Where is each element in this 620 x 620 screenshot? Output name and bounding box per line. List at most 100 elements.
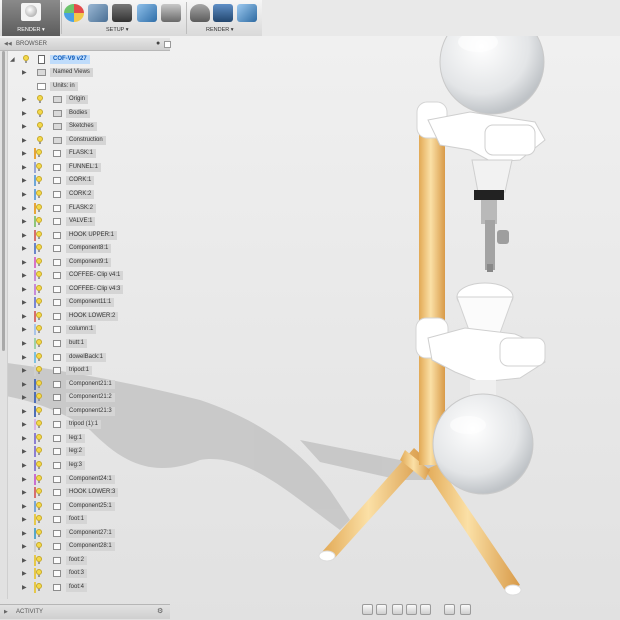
render-icon[interactable] [213, 4, 233, 22]
expand-arrow-icon[interactable]: ▶ [22, 96, 27, 103]
tree-item[interactable]: ▶ HOOK LOWER:2 [0, 310, 170, 323]
browser-pin-icon[interactable] [164, 41, 171, 48]
expand-arrow-icon[interactable]: ▶ [22, 232, 27, 239]
setup-menu-label[interactable]: SETUP ▾ [106, 27, 129, 33]
visibility-bulb-icon[interactable] [36, 379, 42, 388]
tree-item-label[interactable]: Component11:1 [66, 298, 115, 308]
expand-arrow-icon[interactable]: ▶ [22, 570, 27, 577]
visibility-bulb-icon[interactable] [36, 542, 42, 551]
visibility-bulb-icon[interactable] [36, 176, 42, 185]
tree-item-label[interactable]: tripod (1):1 [66, 420, 102, 430]
visibility-bulb-icon[interactable] [36, 555, 42, 564]
tree-item[interactable]: ▶ Origin [0, 93, 170, 106]
tree-item[interactable]: ▶ foot:1 [0, 513, 170, 526]
expand-arrow-icon[interactable]: ▶ [22, 354, 27, 361]
appearance-icon[interactable] [64, 4, 84, 22]
tree-item[interactable]: ▶ Component8:1 [0, 242, 170, 255]
expand-arrow-icon[interactable]: ▶ [22, 137, 27, 144]
tree-item-label[interactable]: Component21:2 [66, 393, 115, 403]
display-settings-icon[interactable] [444, 604, 455, 615]
expand-arrow-icon[interactable]: ▶ [22, 123, 27, 130]
visibility-bulb-icon[interactable] [36, 420, 42, 429]
tree-item-label[interactable]: tripod:1 [66, 366, 93, 376]
expand-arrow-icon[interactable]: ◢ [10, 56, 15, 63]
tree-item[interactable]: ▶ dowelBack:1 [0, 351, 170, 364]
zoom-icon[interactable] [406, 604, 417, 615]
tree-item-label[interactable]: leg:3 [66, 460, 86, 470]
expand-arrow-icon[interactable]: ▶ [22, 286, 27, 293]
tree-item-label[interactable]: leg:2 [66, 447, 86, 457]
tree-item-label[interactable]: foot:1 [66, 515, 88, 525]
tree-item[interactable]: ▶ tripod:1 [0, 364, 170, 377]
tree-item-label[interactable]: Sketches [66, 122, 97, 132]
visibility-bulb-icon[interactable] [36, 284, 42, 293]
activity-bar[interactable]: ▶ ACTIVITY ⚙ [0, 604, 170, 619]
expand-arrow-icon[interactable]: ▶ [22, 462, 27, 469]
tree-item[interactable]: ▶ Bodies [0, 107, 170, 120]
tree-item[interactable]: ▶ foot:2 [0, 554, 170, 567]
expand-arrow-icon[interactable]: ▶ [22, 448, 27, 455]
expand-arrow-icon[interactable]: ▶ [22, 543, 27, 550]
tree-item-label[interactable]: Component28:1 [66, 542, 115, 552]
orbit-icon[interactable] [362, 604, 373, 615]
visibility-bulb-icon[interactable] [36, 433, 42, 442]
visibility-bulb-icon[interactable] [36, 474, 42, 483]
tree-item[interactable]: ▶ leg:1 [0, 432, 170, 445]
tree-item[interactable]: ▶ Construction [0, 134, 170, 147]
render-gallery-icon[interactable] [237, 4, 257, 22]
tree-item-label[interactable]: Component25:1 [66, 501, 115, 511]
tree-item-label[interactable]: Named Views [50, 68, 93, 77]
expand-arrow-icon[interactable]: ▶ [22, 150, 27, 157]
visibility-bulb-icon[interactable] [36, 257, 42, 266]
visibility-bulb-icon[interactable] [36, 460, 42, 469]
tree-item-label[interactable]: leg:1 [66, 433, 86, 443]
tree-item[interactable]: ▶ Component21:2 [0, 391, 170, 404]
scene-settings-icon[interactable] [112, 4, 132, 22]
visibility-bulb-icon[interactable] [37, 95, 43, 104]
tree-item[interactable]: ▶ COFFEE- Clip v4:1 [0, 269, 170, 282]
visibility-bulb-icon[interactable] [36, 311, 42, 320]
visibility-bulb-icon[interactable] [23, 55, 29, 63]
visibility-bulb-icon[interactable] [36, 569, 42, 578]
tree-item-label[interactable]: HOOK LOWER:3 [66, 488, 119, 498]
expand-arrow-icon[interactable]: ▶ [22, 272, 27, 279]
visibility-bulb-icon[interactable] [36, 271, 42, 280]
root-component-label[interactable]: COF-V9 v27 [50, 55, 90, 64]
tree-item-label[interactable]: Component9:1 [66, 257, 112, 267]
collapse-browser-icon[interactable]: ◀◀ [4, 41, 12, 47]
render-menu-label[interactable]: RENDER ▾ [206, 27, 234, 33]
look-at-icon[interactable] [376, 604, 387, 615]
tree-item[interactable]: ▶ COFFEE- Clip v4:3 [0, 283, 170, 296]
expand-arrow-icon[interactable]: ▶ [22, 503, 27, 510]
tree-item[interactable]: ▶ foot:3 [0, 567, 170, 580]
visibility-bulb-icon[interactable] [36, 501, 42, 510]
visibility-bulb-icon[interactable] [37, 108, 43, 117]
tree-item[interactable]: ▶ tripod (1):1 [0, 418, 170, 431]
tree-item[interactable]: ▶ FLASK:2 [0, 202, 170, 215]
expand-arrow-icon[interactable]: ▶ [22, 164, 27, 171]
visibility-bulb-icon[interactable] [36, 447, 42, 456]
expand-arrow-icon[interactable]: ▶ [22, 205, 27, 212]
visibility-bulb-icon[interactable] [37, 122, 43, 131]
expand-arrow-icon[interactable]: ▶ [22, 299, 27, 306]
visibility-bulb-icon[interactable] [36, 339, 42, 347]
visibility-bulb-icon[interactable] [36, 488, 42, 497]
tree-item[interactable]: ▶ CORK:2 [0, 188, 170, 201]
visibility-bulb-icon[interactable] [36, 149, 42, 158]
visibility-bulb-icon[interactable] [36, 582, 42, 591]
tree-item-label[interactable]: butt:1 [66, 339, 88, 348]
visibility-bulb-icon[interactable] [36, 515, 42, 524]
tree-item[interactable]: ▶ VALVE:1 [0, 215, 170, 228]
tree-item-label[interactable]: FUNNEL:1 [66, 162, 102, 172]
expand-arrow-icon[interactable]: ▶ [22, 259, 27, 266]
fit-icon[interactable] [420, 604, 431, 615]
expand-arrow-icon[interactable]: ▶ [22, 245, 27, 252]
grid-settings-icon[interactable] [460, 604, 471, 615]
tree-root[interactable]: ◢ COF-V9 v27 [0, 53, 170, 66]
visibility-bulb-icon[interactable] [37, 135, 43, 144]
tree-item-label[interactable]: foot:2 [66, 555, 88, 565]
tree-item[interactable]: ▶ Component27:1 [0, 527, 170, 540]
expand-arrow-icon[interactable]: ▶ [22, 476, 27, 483]
tree-item[interactable]: ▶ Component25:1 [0, 500, 170, 513]
tree-item[interactable]: ▶ HOOK UPPER:1 [0, 229, 170, 242]
